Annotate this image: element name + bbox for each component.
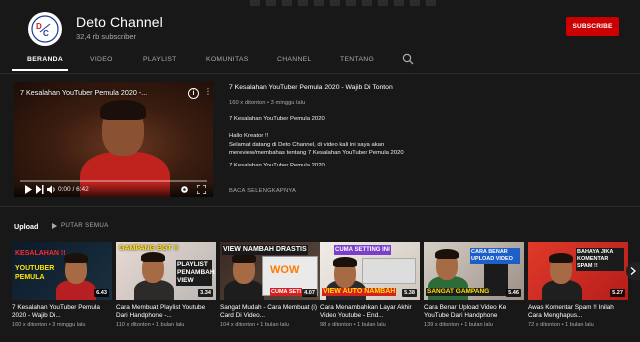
- video-title[interactable]: Awas Komentar Spam !! Inilah Cara Mengha…: [528, 304, 628, 320]
- thumbnail-caption: CUMA SETI: [270, 288, 303, 296]
- play-all-label: PUTAR SEMUA: [61, 222, 109, 229]
- shelf-title[interactable]: Upload: [14, 222, 38, 231]
- video-person-hair: [100, 100, 146, 120]
- avatar[interactable]: D C: [28, 12, 62, 46]
- video-thumbnail[interactable]: KESALAHAN !! YOUTUBER PEMULA 6.43: [12, 242, 112, 300]
- settings-icon[interactable]: [180, 185, 189, 194]
- video-thumbnail[interactable]: BAHAYA JIKA KOMENTAR SPAM !! 5.27: [528, 242, 628, 300]
- video-thumbnail[interactable]: WOW VIEW NAMBAH DRASTIS CUMA SETI 4.07: [220, 242, 320, 300]
- channel-logo-icon: D C: [31, 15, 59, 43]
- channel-tabs: BERANDA VIDEO PLAYLIST KOMUNITAS CHANNEL…: [0, 48, 640, 74]
- video-meta: 104 x ditonton • 1 bulan lalu: [220, 322, 289, 328]
- tab-tentang[interactable]: TENTANG: [340, 56, 374, 63]
- thumbnail-caption: GAMPANG BGT !!: [119, 245, 179, 252]
- play-icon[interactable]: [24, 185, 32, 194]
- play-all-button[interactable]: PUTAR SEMUA: [52, 222, 109, 229]
- featured-video-meta: 160 x ditonton • 3 minggu lalu: [229, 100, 306, 106]
- chevron-right-icon: [630, 267, 636, 275]
- active-tab-indicator: [12, 69, 68, 71]
- banner-edge: [250, 0, 440, 6]
- more-vert-icon[interactable]: ⋮: [204, 88, 212, 96]
- featured-video-description: 7 Kesalahan YouTuber Pemula 2020 Hallo K…: [229, 115, 429, 175]
- tabs-divider: [0, 73, 640, 74]
- tab-channel[interactable]: CHANNEL: [277, 56, 312, 63]
- thumbnail-caption: SANGAT GAMPANG: [426, 288, 491, 296]
- duration-badge: 4.07: [302, 289, 317, 297]
- thumbnail-caption: VIEW AUTO NAMBAH: [322, 288, 397, 296]
- svg-text:C: C: [43, 29, 49, 38]
- tab-playlist[interactable]: PLAYLIST: [143, 56, 177, 63]
- duration-badge: 5.27: [610, 289, 625, 297]
- channel-name: Deto Channel: [76, 14, 163, 30]
- search-icon[interactable]: [402, 53, 414, 65]
- video-card[interactable]: WOW VIEW NAMBAH DRASTIS CUMA SETI 4.07 S…: [220, 242, 320, 328]
- tab-komunitas[interactable]: KOMUNITAS: [206, 56, 249, 63]
- thumbnail-caption: KESALAHAN !!: [15, 250, 66, 257]
- video-thumbnail[interactable]: CUMA SETTING INI VIEW AUTO NAMBAH 5.38: [320, 242, 420, 300]
- video-thumbnail[interactable]: CARA BENAR UPLOAD VIDEO SANGAT GAMPANG 5…: [424, 242, 524, 300]
- thumbnail-caption: CARA BENAR UPLOAD VIDEO: [470, 248, 520, 264]
- progress-bar[interactable]: [20, 180, 207, 182]
- player-controls: 0:00 / 6:42: [14, 183, 213, 197]
- info-icon[interactable]: i: [188, 88, 199, 99]
- video-title[interactable]: Cara Menambahkan Layar Akhir Video Youtu…: [320, 304, 420, 320]
- video-card[interactable]: BAHAYA JIKA KOMENTAR SPAM !! 5.27 Awas K…: [528, 242, 628, 328]
- video-meta: 98 x ditonton • 1 bulan lalu: [320, 322, 386, 328]
- video-title[interactable]: Cara Membuat Playlist Youtube Dari Handp…: [116, 304, 216, 320]
- shelf-next-button[interactable]: [626, 262, 640, 280]
- subscribe-button[interactable]: SUBSCRIBE: [566, 17, 619, 36]
- video-card[interactable]: KESALAHAN !! YOUTUBER PEMULA 6.43 7 Kesa…: [12, 242, 112, 328]
- video-title[interactable]: Cara Benar Upload Video Ke YouTube Dari …: [424, 304, 524, 320]
- svg-text:D: D: [36, 22, 42, 31]
- thumbnail-caption: VIEW NAMBAH DRASTIS: [222, 245, 308, 255]
- video-meta: 139 x ditonton • 1 bulan lalu: [424, 322, 493, 328]
- subscriber-count: 32,4 rb subscriber: [76, 32, 137, 41]
- play-all-icon: [52, 222, 57, 229]
- video-card[interactable]: GAMPANG BGT !! PLAYLIST PENAMBAH VIEW 3.…: [116, 242, 216, 328]
- video-thumbnail[interactable]: GAMPANG BGT !! PLAYLIST PENAMBAH VIEW 3.…: [116, 242, 216, 300]
- video-meta: 110 x ditonton • 1 bulan lalu: [116, 322, 185, 328]
- tab-beranda[interactable]: BERANDA: [27, 56, 63, 63]
- featured-video-player[interactable]: 7 Kesalahan YouTuber Pemula 2020 -... i …: [14, 82, 213, 197]
- video-card[interactable]: CUMA SETTING INI VIEW AUTO NAMBAH 5.38 C…: [320, 242, 420, 328]
- description-line: 7 Kesalahan YouTuber Pemula 2020: [229, 163, 325, 167]
- featured-video-title[interactable]: 7 Kesalahan YouTuber Pemula 2020 - Wajib…: [229, 84, 393, 91]
- video-title[interactable]: 7 Kesalahan YouTuber Pemula 2020 - Wajib…: [12, 304, 112, 320]
- time-display: 0:00 / 6:42: [58, 186, 89, 193]
- volume-icon[interactable]: [47, 185, 56, 194]
- video-meta: 72 x ditonton • 1 bulan lalu: [528, 322, 594, 328]
- video-meta: 160 x ditonton • 3 minggu lalu: [12, 322, 86, 328]
- thumbnail-caption: CUMA SETTING INI: [334, 245, 391, 255]
- thumbnail-caption: YOUTUBER PEMULA: [15, 265, 55, 281]
- duration-badge: 3.34: [198, 289, 213, 297]
- video-card[interactable]: CARA BENAR UPLOAD VIDEO SANGAT GAMPANG 5…: [424, 242, 524, 328]
- read-more-link[interactable]: BACA SELENGKAPNYA: [229, 188, 296, 194]
- duration-badge: 6.43: [94, 289, 109, 297]
- duration-badge: 5.46: [506, 289, 521, 297]
- player-video-title[interactable]: 7 Kesalahan YouTuber Pemula 2020 -...: [20, 88, 147, 97]
- description-line: Selamat datang di Deto Channel, di video…: [229, 141, 404, 157]
- thumbnail-caption: PLAYLIST PENAMBAH VIEW: [176, 260, 215, 286]
- description-line: 7 Kesalahan YouTuber Pemula 2020: [229, 116, 325, 122]
- skip-next-icon[interactable]: [36, 185, 44, 194]
- fullscreen-icon[interactable]: [197, 185, 206, 194]
- video-title[interactable]: Sangat Mudah - Cara Membuat (i) Card Di …: [220, 304, 320, 320]
- tab-video[interactable]: VIDEO: [90, 56, 113, 63]
- description-line: Hallo Kreator !!: [229, 133, 269, 140]
- thumbnail-caption: BAHAYA JIKA KOMENTAR SPAM !!: [576, 248, 624, 271]
- duration-badge: 5.38: [402, 289, 417, 297]
- section-divider: [0, 206, 640, 207]
